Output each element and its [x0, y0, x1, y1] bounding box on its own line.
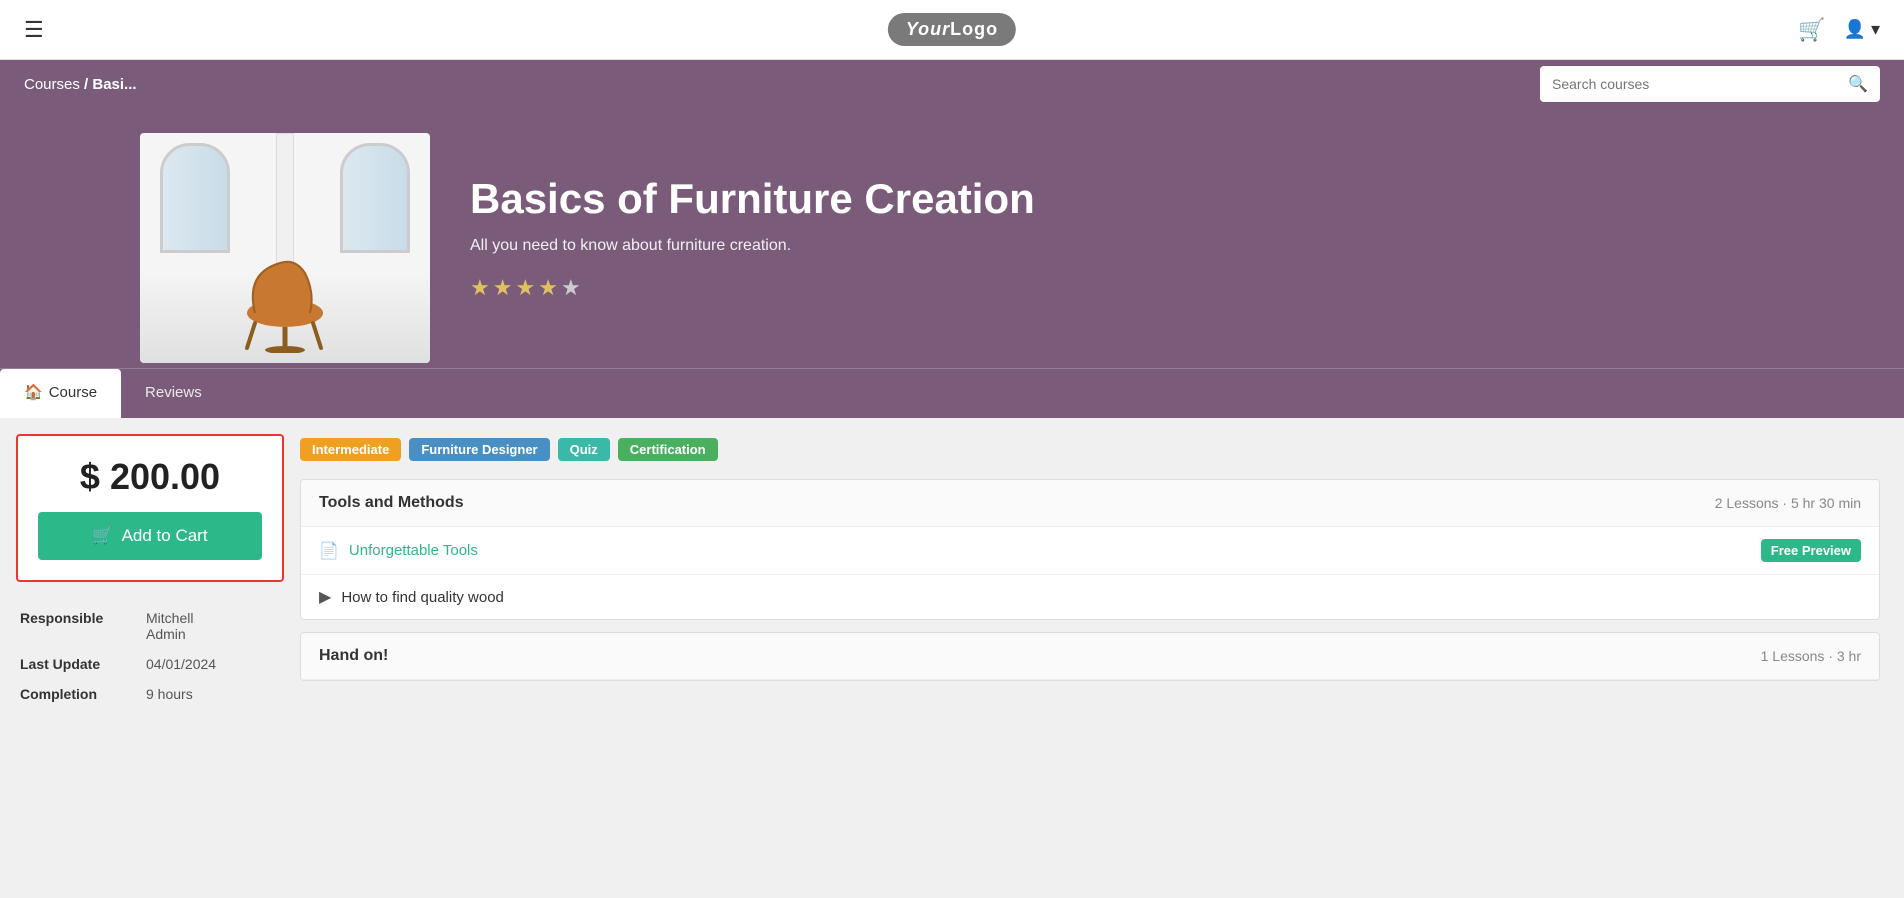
search-input[interactable]: [1540, 68, 1836, 100]
tag-quiz[interactable]: Quiz: [558, 438, 610, 461]
section-2-title: Hand on!: [319, 647, 388, 665]
course-price: $ 200.00: [38, 456, 262, 498]
logo-your: Your: [906, 19, 950, 39]
section-hand-on: Hand on! 1 Lessons · 3 hr: [300, 632, 1880, 681]
meta-lastupdate-row: Last Update 04/01/2024: [20, 656, 280, 672]
user-account-icon[interactable]: 👤 ▾: [1844, 19, 1880, 40]
lesson-2-text: How to find quality wood: [341, 589, 504, 606]
logo-container: YourLogo: [888, 13, 1016, 46]
last-update-label: Last Update: [20, 656, 130, 672]
chair-illustration: [225, 243, 345, 353]
last-update-value: 04/01/2024: [146, 656, 216, 672]
doc-icon: 📄: [319, 541, 339, 561]
course-title: Basics of Furniture Creation: [470, 175, 1035, 223]
tab-course-label: Course: [49, 384, 97, 401]
hamburger-menu-icon[interactable]: ☰: [24, 17, 44, 43]
hero-section: Basics of Furniture Creation All you nee…: [0, 108, 1904, 368]
meta-responsible-row: Responsible Mitchell Admin: [20, 610, 280, 642]
breadcrumb: Courses / Basi...: [24, 76, 137, 93]
section-1-meta: 2 Lessons · 5 hr 30 min: [1715, 495, 1861, 511]
breadcrumb-bar: Courses / Basi... 🔍: [0, 60, 1904, 108]
sidebar: $ 200.00 🛒 Add to Cart Responsible Mitch…: [0, 418, 300, 740]
star-3: ★: [515, 275, 535, 301]
star-5: ★: [561, 275, 581, 301]
breadcrumb-courses-link[interactable]: Courses: [24, 76, 80, 93]
window-left-decoration: [160, 143, 230, 253]
section-2-meta: 1 Lessons · 3 hr: [1761, 648, 1861, 664]
hero-content: Basics of Furniture Creation All you nee…: [430, 145, 1075, 331]
window-right-decoration: [340, 143, 410, 253]
lesson-1-left: 📄 Unforgettable Tools: [319, 541, 478, 561]
add-to-cart-label: Add to Cart: [122, 526, 208, 546]
price-card: $ 200.00 🛒 Add to Cart: [16, 434, 284, 582]
main-content: $ 200.00 🛒 Add to Cart Responsible Mitch…: [0, 418, 1904, 740]
responsible-value: Mitchell Admin: [146, 610, 193, 642]
cart-icon-btn: 🛒: [92, 526, 113, 546]
top-navigation: ☰ YourLogo 🛒 👤 ▾: [0, 0, 1904, 60]
play-icon: ▶: [319, 587, 331, 607]
star-1: ★: [470, 275, 490, 301]
logo-logo: Logo: [950, 19, 998, 39]
tabs-bar: 🏠 Course Reviews: [0, 368, 1904, 418]
course-subtitle: All you need to know about furniture cre…: [470, 237, 1035, 255]
breadcrumb-current: Basi...: [92, 76, 136, 93]
course-content-area: Intermediate Furniture Designer Quiz Cer…: [300, 418, 1904, 740]
tab-reviews-label: Reviews: [145, 384, 202, 401]
search-button[interactable]: 🔍: [1836, 66, 1880, 102]
meta-completion-row: Completion 9 hours: [20, 686, 280, 702]
completion-label: Completion: [20, 686, 130, 702]
cart-icon[interactable]: 🛒: [1798, 17, 1825, 43]
responsible-label: Responsible: [20, 610, 130, 642]
tag-intermediate[interactable]: Intermediate: [300, 438, 401, 461]
site-logo[interactable]: YourLogo: [888, 13, 1016, 46]
lesson-row-1: 📄 Unforgettable Tools Free Preview: [301, 527, 1879, 575]
add-to-cart-button[interactable]: 🛒 Add to Cart: [38, 512, 262, 560]
star-4: ★: [538, 275, 558, 301]
free-preview-badge[interactable]: Free Preview: [1761, 539, 1861, 562]
tags-container: Intermediate Furniture Designer Quiz Cer…: [300, 438, 1880, 461]
section-header-2: Hand on! 1 Lessons · 3 hr: [301, 633, 1879, 680]
course-meta: Responsible Mitchell Admin Last Update 0…: [16, 602, 284, 724]
lesson-row-2: ▶ How to find quality wood: [301, 575, 1879, 619]
section-header-1: Tools and Methods 2 Lessons · 5 hr 30 mi…: [301, 480, 1879, 527]
course-image: [140, 133, 430, 363]
tag-certification[interactable]: Certification: [618, 438, 718, 461]
tag-furniture-designer[interactable]: Furniture Designer: [409, 438, 549, 461]
nav-right-icons: 🛒 👤 ▾: [1798, 17, 1880, 43]
tab-course[interactable]: 🏠 Course: [0, 369, 121, 418]
completion-value: 9 hours: [146, 686, 193, 702]
section-tools-and-methods: Tools and Methods 2 Lessons · 5 hr 30 mi…: [300, 479, 1880, 620]
home-icon: 🏠: [24, 383, 43, 401]
search-bar: 🔍: [1540, 66, 1880, 102]
tab-reviews[interactable]: Reviews: [121, 369, 226, 418]
lesson-2-left: ▶ How to find quality wood: [319, 587, 504, 607]
star-rating: ★ ★ ★ ★ ★: [470, 275, 1035, 301]
star-2: ★: [493, 275, 513, 301]
lesson-1-link[interactable]: Unforgettable Tools: [349, 542, 478, 559]
section-1-title: Tools and Methods: [319, 494, 464, 512]
